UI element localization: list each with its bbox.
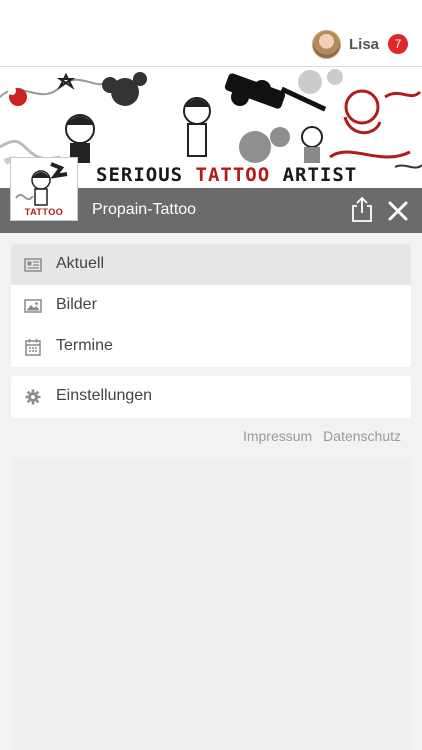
menu-item-bilder[interactable]: Bilder [11,285,411,326]
impressum-link[interactable]: Impressum [243,428,312,444]
footer-links: Impressum Datenschutz [232,428,401,444]
navigation-menu: Aktuell Bilder Termine [11,244,411,367]
menu-item-einstellungen[interactable]: Einstellungen [11,376,411,418]
menu-label-einstellungen: Einstellungen [56,387,153,404]
newspaper-icon [24,258,42,272]
calendar-icon [25,339,41,356]
banner-title-part3: ARTIST [270,164,358,186]
menu-label-aktuell: Aktuell [56,255,105,272]
menu-item-termine[interactable]: Termine [11,326,411,367]
share-icon[interactable] [350,196,374,222]
banner-title-part2: TATTOO [195,164,271,186]
logo-text: TATTOO [24,207,64,217]
gear-icon [25,389,41,405]
user-name[interactable]: Lisa [349,36,379,53]
user-menu[interactable]: Lisa 7 [311,29,408,59]
app-name: Propain-Tattoo [92,201,197,218]
top-bar: Lisa 7 [0,0,422,67]
menu-item-aktuell[interactable]: Aktuell [11,244,411,285]
app-logo: TATTOO [10,157,78,221]
notification-badge[interactable]: 7 [388,34,408,54]
close-icon[interactable] [387,200,409,222]
content-area [11,458,411,750]
menu-label-termine: Termine [56,337,113,354]
banner-title: SERIOUS TATTOO ARTIST [96,164,357,188]
menu-label-bilder: Bilder [56,296,97,313]
datenschutz-link[interactable]: Datenschutz [323,428,401,444]
image-icon [24,299,42,313]
banner-title-part1: SERIOUS [96,164,196,186]
user-avatar[interactable] [311,29,341,59]
